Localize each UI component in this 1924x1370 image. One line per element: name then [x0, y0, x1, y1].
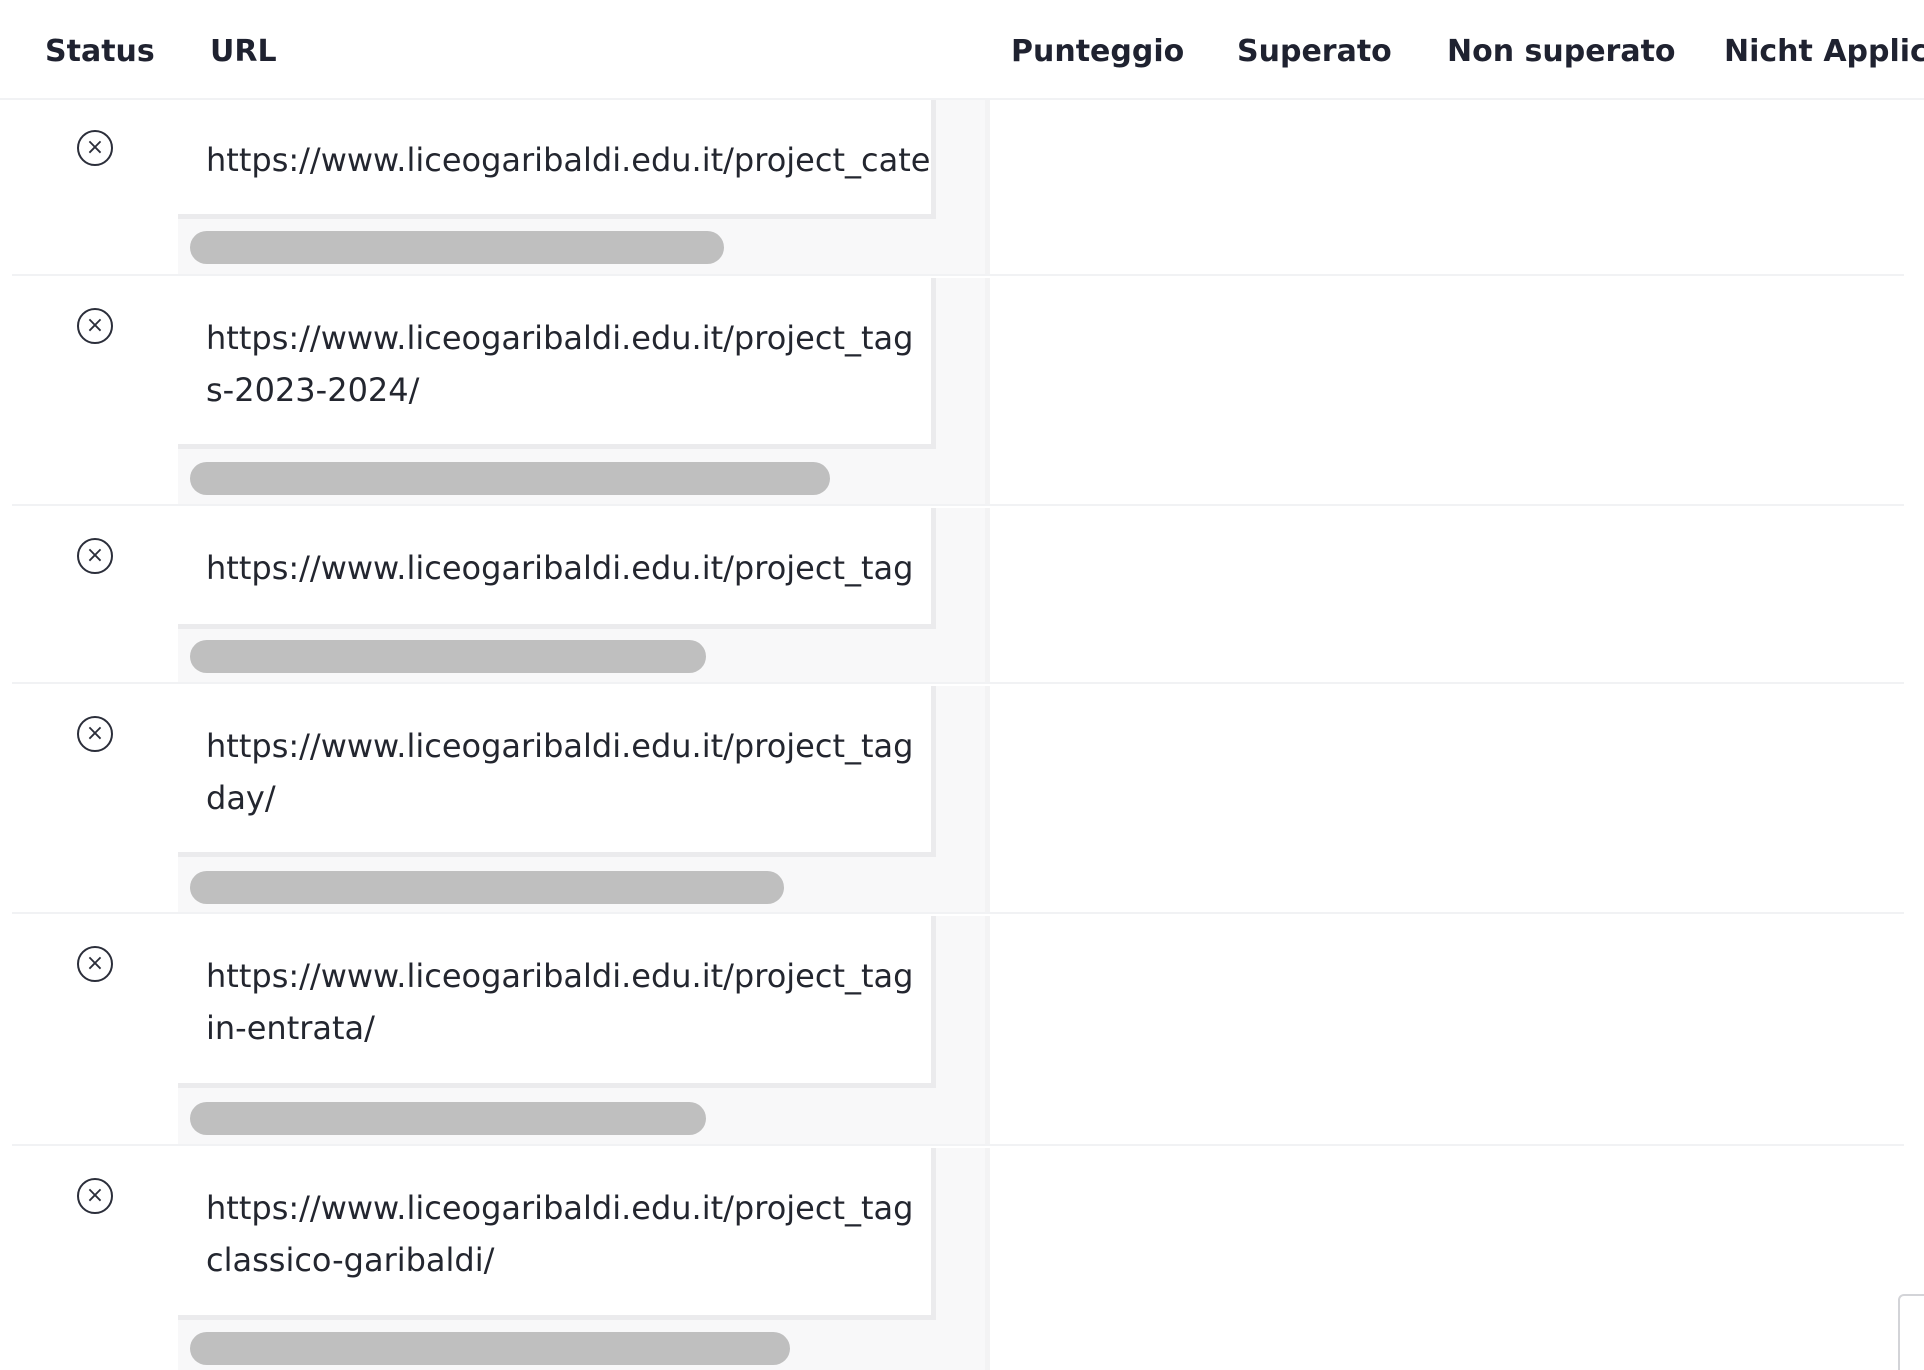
url-line: https://www.liceogaribaldi.edu.it/projec… [206, 727, 914, 765]
loading-placeholder [190, 462, 830, 495]
url-text: https://www.liceogaribaldi.edu.it/projec… [206, 950, 931, 1054]
url-line: https://www.liceogaribaldi.edu.it/projec… [206, 1189, 914, 1227]
url-box[interactable]: https://www.liceogaribaldi.edu.it/projec… [178, 916, 936, 1088]
table-row[interactable]: × https://www.liceogaribaldi.edu.it/proj… [12, 100, 1904, 276]
column-header-status[interactable]: Status [45, 32, 155, 72]
circle-x-icon: × [77, 716, 113, 752]
loading-placeholder [190, 1332, 790, 1365]
column-header-score[interactable]: Punteggio [1011, 32, 1184, 72]
loading-placeholder [190, 231, 724, 264]
url-cell: https://www.liceogaribaldi.edu.it/projec… [178, 100, 990, 274]
url-cell: https://www.liceogaribaldi.edu.it/projec… [178, 916, 990, 1144]
url-box[interactable]: https://www.liceogaribaldi.edu.it/projec… [178, 100, 936, 219]
floating-widget-edge[interactable] [1898, 1294, 1924, 1370]
circle-x-icon: × [77, 308, 113, 344]
column-header-not-passed[interactable]: Non superato [1447, 32, 1676, 72]
url-cell: https://www.liceogaribaldi.edu.it/projec… [178, 686, 990, 912]
url-box[interactable]: https://www.liceogaribaldi.edu.it/projec… [178, 1148, 936, 1320]
url-line: https://www.liceogaribaldi.edu.it/projec… [206, 549, 914, 587]
table-row[interactable]: × https://www.liceogaribaldi.edu.it/proj… [12, 686, 1904, 914]
url-cell: https://www.liceogaribaldi.edu.it/projec… [178, 508, 990, 682]
loading-placeholder [190, 1102, 706, 1135]
table-row[interactable]: × https://www.liceogaribaldi.edu.it/proj… [12, 1148, 1904, 1370]
circle-x-icon: × [77, 946, 113, 982]
url-text: https://www.liceogaribaldi.edu.it/projec… [206, 542, 931, 594]
url-line: s-2023-2024/ [206, 371, 420, 409]
url-line: https://www.liceogaribaldi.edu.it/projec… [206, 319, 914, 357]
url-text: https://www.liceogaribaldi.edu.it/projec… [206, 1182, 931, 1286]
circle-x-icon: × [77, 130, 113, 166]
url-box[interactable]: https://www.liceogaribaldi.edu.it/projec… [178, 508, 936, 629]
url-line: classico-garibaldi/ [206, 1241, 495, 1279]
table-row[interactable]: × https://www.liceogaribaldi.edu.it/proj… [12, 916, 1904, 1146]
column-header-passed[interactable]: Superato [1237, 32, 1392, 72]
results-table: Status URL Punteggio Superato Non supera… [0, 0, 1924, 1370]
table-row[interactable]: × https://www.liceogaribaldi.edu.it/proj… [12, 508, 1904, 684]
url-box[interactable]: https://www.liceogaribaldi.edu.it/projec… [178, 278, 936, 449]
circle-x-icon: × [77, 538, 113, 574]
url-text: https://www.liceogaribaldi.edu.it/projec… [206, 720, 931, 824]
circle-x-icon: × [77, 1178, 113, 1214]
loading-placeholder [190, 871, 784, 904]
url-line: https://www.liceogaribaldi.edu.it/projec… [206, 957, 914, 995]
loading-placeholder [190, 640, 706, 673]
url-cell: https://www.liceogaribaldi.edu.it/projec… [178, 1148, 990, 1370]
url-line: day/ [206, 779, 276, 817]
url-line: https://www.liceogaribaldi.edu.it/projec… [206, 141, 931, 179]
table-header: Status URL Punteggio Superato Non supera… [0, 0, 1924, 100]
column-header-not-applicable[interactable]: Nicht Applic [1724, 32, 1924, 72]
url-cell: https://www.liceogaribaldi.edu.it/projec… [178, 278, 990, 504]
table-row[interactable]: × https://www.liceogaribaldi.edu.it/proj… [12, 278, 1904, 506]
column-header-url[interactable]: URL [210, 32, 277, 72]
url-text: https://www.liceogaribaldi.edu.it/projec… [206, 134, 931, 186]
url-text: https://www.liceogaribaldi.edu.it/projec… [206, 312, 931, 416]
url-line: in-entrata/ [206, 1009, 375, 1047]
url-box[interactable]: https://www.liceogaribaldi.edu.it/projec… [178, 686, 936, 857]
